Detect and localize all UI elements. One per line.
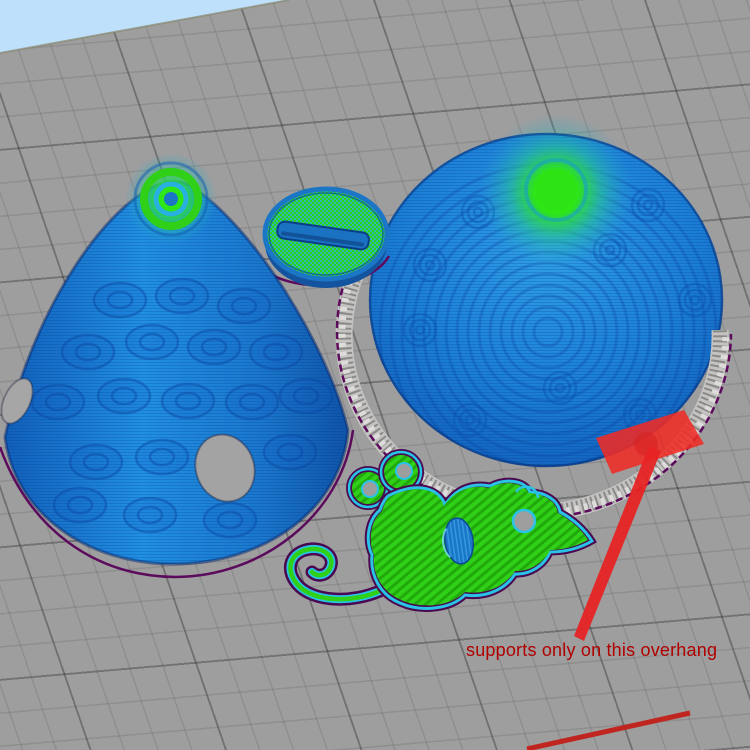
ear-hole — [361, 480, 379, 498]
eye-hole — [511, 508, 537, 534]
slicer-viewport: supports only on this overhang — [0, 0, 750, 750]
ear-hole — [395, 462, 413, 480]
annotation-underline — [526, 710, 691, 750]
annotation-text: supports only on this overhang — [466, 640, 718, 660]
mouse-tail — [283, 542, 389, 606]
sky-background — [0, 0, 290, 54]
model-slotted-cap[interactable] — [260, 186, 391, 288]
